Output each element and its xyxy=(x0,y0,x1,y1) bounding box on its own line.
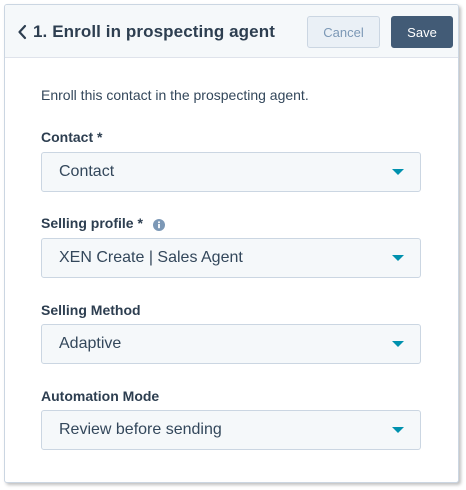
selling-method-select-value: Adaptive xyxy=(59,335,122,352)
caret-down-icon xyxy=(392,169,404,175)
selling-method-label: Selling Method xyxy=(41,302,141,318)
automation-mode-select[interactable]: Review before sending xyxy=(41,410,421,450)
contact-label: Contact * xyxy=(41,129,102,145)
caret-down-icon xyxy=(392,255,404,261)
action-description: Enroll this contact in the prospecting a… xyxy=(41,87,309,103)
panel-title: 1. Enroll in prospecting agent xyxy=(33,22,275,41)
contact-select-value: Contact xyxy=(59,163,115,180)
contact-select[interactable]: Contact xyxy=(41,152,421,192)
automation-mode-label-text: Automation Mode xyxy=(41,388,160,404)
automation-mode-select-value: Review before sending xyxy=(59,421,222,438)
chevron-left-icon[interactable] xyxy=(16,22,30,42)
selling-profile-select-value: XEN Create | Sales Agent xyxy=(59,249,243,266)
cancel-button[interactable]: Cancel xyxy=(307,16,380,48)
info-icon[interactable] xyxy=(152,218,165,231)
selling-profile-select[interactable]: XEN Create | Sales Agent xyxy=(41,238,421,278)
workflow-action-panel: 1. Enroll in prospecting agent Cancel Sa… xyxy=(4,4,459,483)
selling-method-label-text: Selling Method xyxy=(41,302,141,318)
selling-method-select[interactable]: Adaptive xyxy=(41,324,421,364)
contact-label-text: Contact * xyxy=(41,129,103,145)
automation-mode-label: Automation Mode xyxy=(41,388,159,404)
caret-down-icon xyxy=(392,427,404,433)
panel-header: 1. Enroll in prospecting agent Cancel Sa… xyxy=(5,5,458,58)
save-button[interactable]: Save xyxy=(391,16,453,48)
selling-profile-label-text: Selling profile * xyxy=(41,215,143,231)
selling-profile-label: Selling profile * xyxy=(41,215,165,231)
caret-down-icon xyxy=(392,341,404,347)
